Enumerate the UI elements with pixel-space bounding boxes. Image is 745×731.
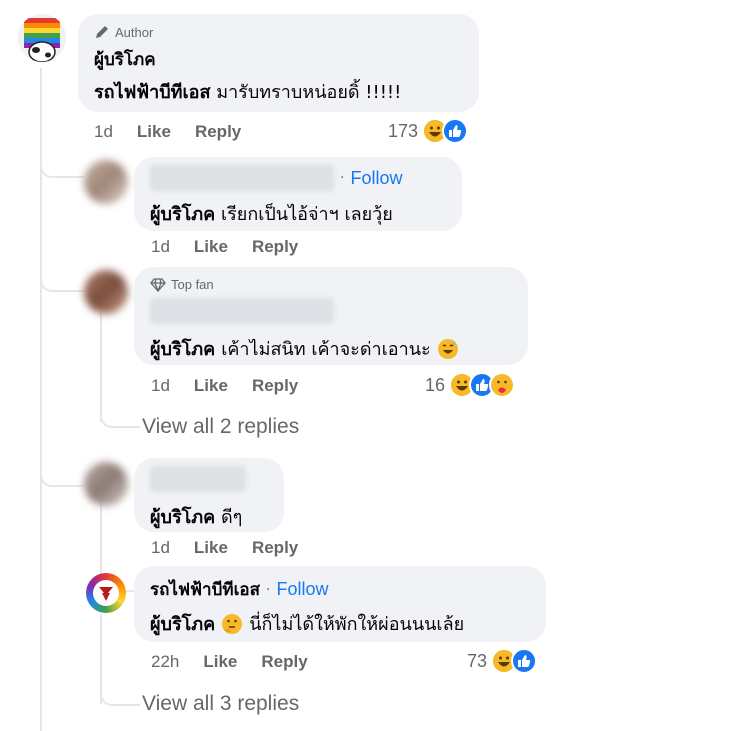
thread-branch-sub: [100, 400, 140, 428]
comment-author-name[interactable]: ผู้บริโภค: [94, 46, 463, 73]
comment-body: เค้าไม่สนิท เค้าจะด่าเอานะ: [221, 339, 431, 360]
comment-bubble: Author ผู้บริโภค รถไฟฟ้าบีทีเอส มารับทรา…: [78, 14, 479, 112]
comment-actions: 1d Like Reply: [151, 376, 322, 396]
avatar[interactable]: [84, 462, 128, 506]
sweat-smile-emoji-icon: [437, 338, 458, 359]
comment-body: ดีๆ: [220, 507, 243, 528]
mention-link[interactable]: ผู้บริโภค: [150, 334, 215, 363]
comment-header: · Follow: [150, 165, 446, 191]
author-badge-label: Author: [115, 24, 154, 40]
comment-bubble: ผู้บริโภค ดีๆ: [134, 458, 284, 532]
comment-bubble: รถไฟฟ้าบีทีเอส · Follow ผู้บริโภค นี่ก็ไ…: [134, 566, 546, 642]
comment-text: รถไฟฟ้าบีทีเอส มารับทราบหน่อยดิ้ !!!!!: [94, 77, 463, 106]
mention-link[interactable]: รถไฟฟ้าบีทีเอส: [94, 82, 210, 103]
redacted-name: [150, 165, 334, 191]
pencil-icon: [96, 26, 108, 38]
reaction-summary[interactable]: 173: [388, 118, 469, 144]
comment-actions: 1d Like Reply: [94, 122, 265, 142]
comment-text: ผู้บริโภค เรียกเป็นไอ้จ่าฯ เลยวุ้ย: [150, 199, 446, 228]
separator-dot: ·: [340, 170, 345, 186]
comment-time[interactable]: 22h: [151, 652, 179, 672]
like-button[interactable]: Like: [194, 237, 228, 257]
follow-button[interactable]: Follow: [276, 579, 328, 600]
top-fan-badge: Top fan: [150, 277, 512, 292]
comment-time[interactable]: 1d: [151, 376, 170, 396]
mention-link[interactable]: ผู้บริโภค: [150, 507, 215, 528]
like-reaction-icon: [442, 118, 469, 144]
reaction-count: 73: [467, 650, 488, 671]
mention-link[interactable]: ผู้บริโภค: [150, 609, 215, 638]
avatar[interactable]: [18, 14, 66, 62]
thread-branch: [40, 260, 84, 292]
separator-dot: ·: [266, 581, 271, 598]
avatar[interactable]: [84, 160, 128, 204]
comment-text: ผู้บริโภค ดีๆ: [150, 502, 268, 531]
reaction-count: 16: [425, 374, 446, 395]
redacted-name: [150, 298, 334, 324]
comment-body: เรียกเป็นไอ้จ่าฯ เลยวุ้ย: [220, 204, 393, 225]
view-replies-link[interactable]: View all 2 replies: [142, 415, 299, 439]
comment-bubble: · Follow ผู้บริโภค เรียกเป็นไอ้จ่าฯ เลยว…: [134, 157, 462, 231]
comment-body: มารับทราบหน่อยดิ้ !!!!!: [216, 82, 402, 103]
comment-time[interactable]: 1d: [151, 538, 170, 558]
reply-button[interactable]: Reply: [252, 237, 298, 257]
thread-branch: [40, 435, 84, 487]
comment-actions: 22h Like Reply: [151, 652, 332, 672]
follow-button[interactable]: Follow: [350, 168, 402, 189]
comment-text: ผู้บริโภค เค้าไม่สนิท เค้าจะด่าเอานะ: [150, 334, 512, 363]
rainbow-cow-avatar-icon: [24, 18, 60, 62]
diamond-icon: [150, 277, 166, 292]
thread-branch-sub: [100, 680, 140, 706]
comment-actions: 1d Like Reply: [151, 237, 322, 257]
comment-bubble: Top fan ผู้บริโภค เค้าไม่สนิท เค้าจะด่าเ…: [134, 267, 528, 365]
top-fan-label: Top fan: [171, 277, 214, 292]
avatar[interactable]: [86, 573, 126, 613]
comment-time[interactable]: 1d: [151, 237, 170, 257]
mention-link[interactable]: ผู้บริโภค: [150, 204, 215, 225]
care-reaction-icon: [489, 372, 516, 398]
reply-button[interactable]: Reply: [252, 538, 298, 558]
like-button[interactable]: Like: [137, 122, 171, 142]
like-button[interactable]: Like: [203, 652, 237, 672]
comment-text: ผู้บริโภค นี่ก็ไม่ได้ให้พักให้ผ่อนนนเล้ย: [150, 609, 530, 638]
comment-header: รถไฟฟ้าบีทีเอส · Follow: [150, 576, 530, 603]
redacted-name: [150, 466, 246, 492]
comment-time[interactable]: 1d: [94, 122, 113, 142]
thread-branch: [40, 150, 84, 178]
comment-body: นี่ก็ไม่ได้ให้พักให้ผ่อนนนเล้ย: [249, 614, 465, 635]
comment-author-name[interactable]: รถไฟฟ้าบีทีเอส: [150, 576, 260, 603]
reply-button[interactable]: Reply: [252, 376, 298, 396]
avatar[interactable]: [84, 270, 128, 314]
like-reaction-icon: [511, 648, 538, 674]
reply-button[interactable]: Reply: [195, 122, 241, 142]
like-button[interactable]: Like: [194, 376, 228, 396]
comment-actions: 1d Like Reply: [151, 538, 322, 558]
like-button[interactable]: Like: [194, 538, 228, 558]
reaction-summary[interactable]: 73: [467, 648, 538, 674]
bts-logo-icon: [93, 580, 119, 606]
thinking-emoji-icon: [222, 613, 243, 634]
reaction-summary[interactable]: 16: [425, 372, 516, 398]
author-badge: Author: [94, 24, 463, 40]
reaction-count: 173: [388, 120, 419, 141]
reply-button[interactable]: Reply: [261, 652, 307, 672]
view-replies-link[interactable]: View all 3 replies: [142, 692, 299, 716]
